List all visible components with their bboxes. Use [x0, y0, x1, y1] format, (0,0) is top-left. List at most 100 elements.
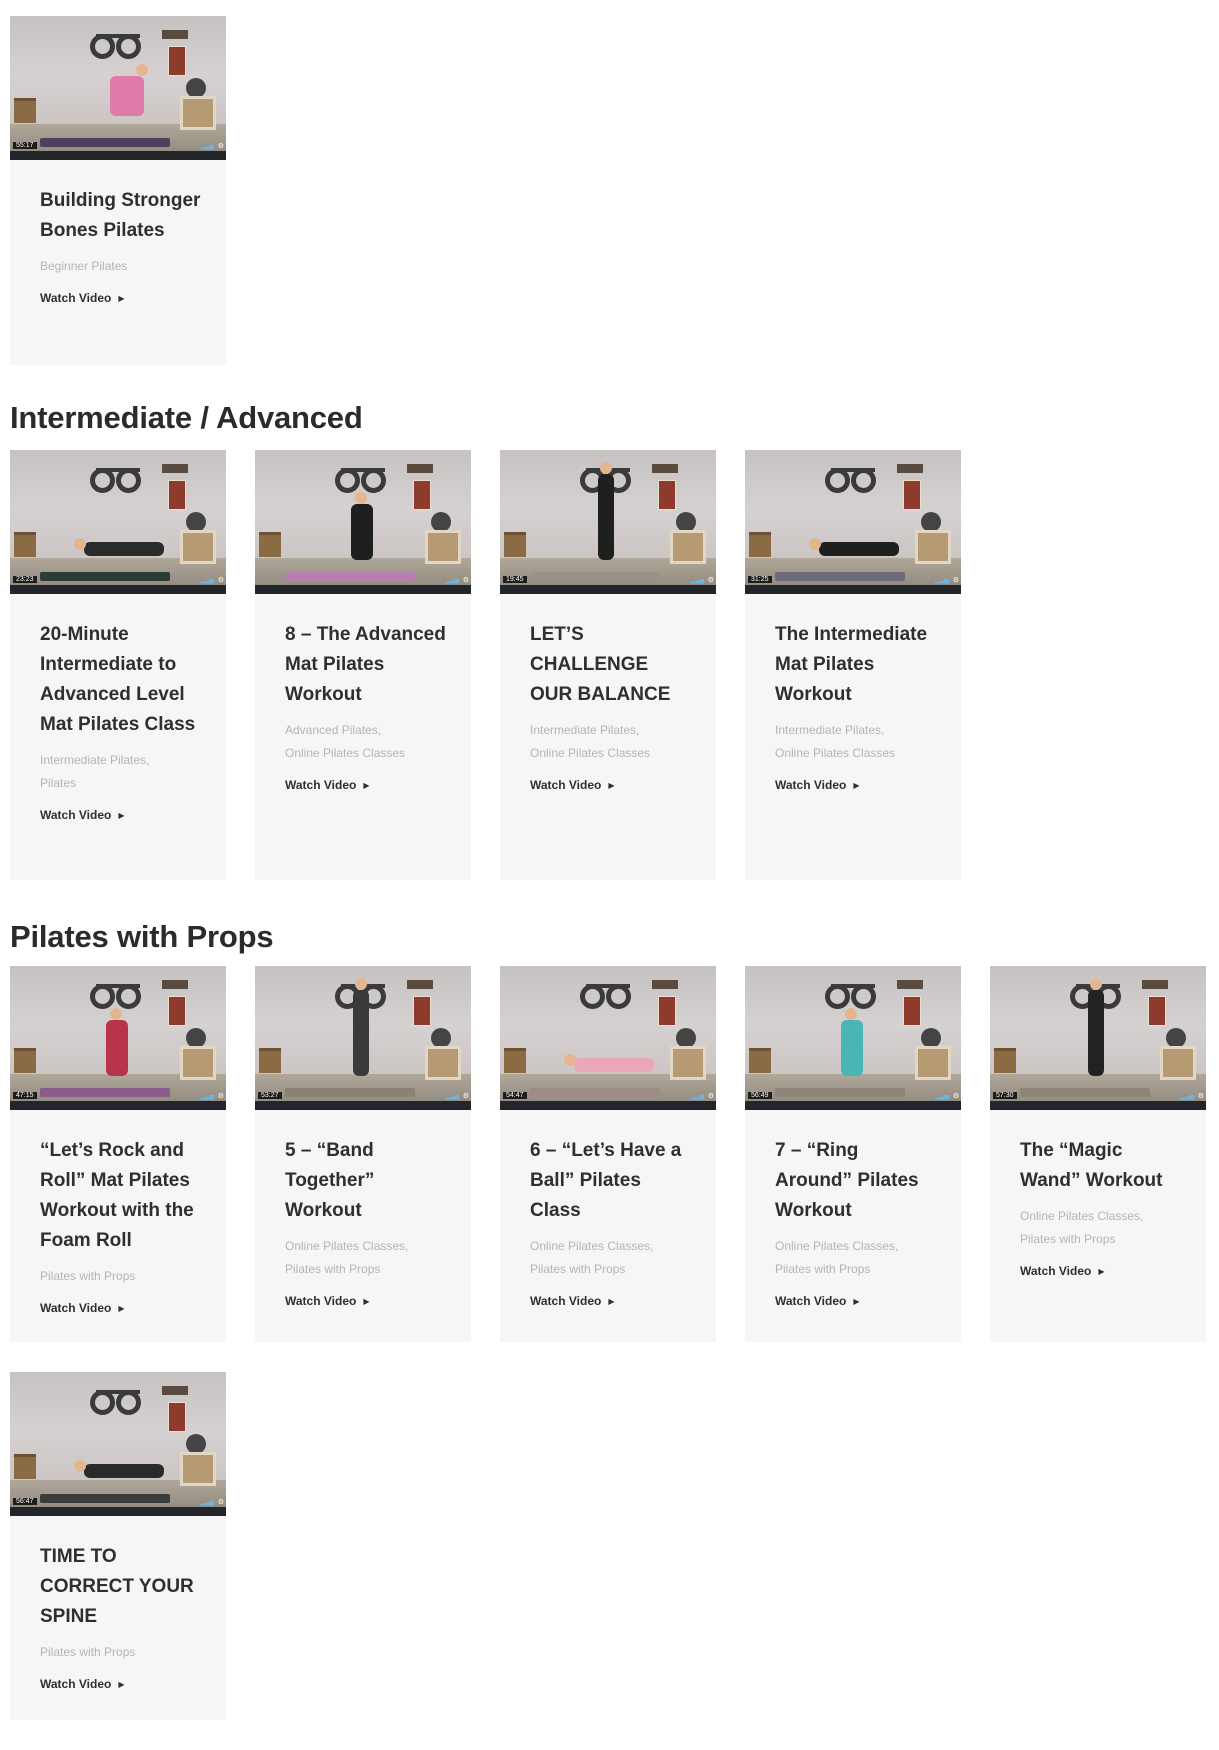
watch-video-link[interactable]: Watch Video ▶ — [530, 1294, 615, 1308]
category-link[interactable]: Online Pilates Classes, — [530, 1235, 694, 1258]
video-card-body: The Intermediate Mat Pilates Workout Inte… — [745, 594, 961, 824]
gear-icon: ⚙ — [952, 1093, 959, 1100]
instructor-figure-body — [84, 1464, 164, 1478]
category-link[interactable]: Beginner Pilates — [40, 255, 204, 278]
category-link[interactable]: Pilates with Props — [40, 1265, 204, 1288]
category-link[interactable]: Pilates with Props — [1020, 1228, 1184, 1251]
category-link[interactable]: Pilates — [40, 772, 204, 795]
category-link[interactable]: Intermediate Pilates, — [775, 719, 939, 742]
gear-icon: ⚙ — [1197, 1093, 1204, 1100]
watch-video-link[interactable]: Watch Video ▶ — [530, 778, 615, 792]
pilates-chair-decoration — [425, 530, 461, 564]
video-progress-bar — [255, 585, 471, 594]
category-link[interactable]: Online Pilates Classes — [775, 742, 939, 765]
gear-icon: ⚙ — [217, 577, 224, 584]
video-categories: Pilates with Props — [40, 1641, 204, 1664]
video-duration: 57:30 — [993, 1092, 1017, 1099]
category-link[interactable]: Intermediate Pilates, — [40, 749, 204, 772]
category-link[interactable]: Pilates with Props — [40, 1641, 204, 1664]
basket-decoration — [259, 1048, 281, 1073]
video-thumbnail[interactable]: 23:23 ▂▃▅ ⚙ — [10, 450, 226, 594]
gear-icon: ⚙ — [707, 1093, 714, 1100]
video-thumbnail[interactable]: 55:17 ▂▃▅ ⚙ — [10, 16, 226, 160]
instructor-figure-body — [84, 542, 164, 556]
watch-video-link[interactable]: Watch Video ▶ — [40, 808, 125, 822]
video-progress-bar — [10, 1101, 226, 1110]
video-thumbnail[interactable]: 19:45 ▂▃▅ ⚙ — [500, 450, 716, 594]
video-thumbnail[interactable]: 31:25 ▂▃▅ ⚙ — [745, 450, 961, 594]
basket-decoration — [14, 98, 36, 123]
wall-ring-decoration — [90, 34, 115, 59]
video-title[interactable]: LET’S CHALLENGE OUR BALANCE — [530, 620, 694, 710]
video-card-body: 8 – The Advanced Mat Pilates Workout Adva… — [255, 594, 471, 824]
video-title[interactable]: The Intermediate Mat Pilates Workout — [775, 620, 939, 710]
watch-video-label: Watch Video — [40, 291, 112, 305]
instructor-figure-head — [1090, 978, 1102, 990]
watch-video-link[interactable]: Watch Video ▶ — [40, 291, 125, 305]
category-link[interactable]: Online Pilates Classes — [530, 742, 694, 765]
exercise-ball-decoration — [676, 512, 696, 532]
exercise-mat-decoration — [775, 1088, 905, 1097]
video-thumbnail[interactable]: 54:47 ▂▃▅ ⚙ — [500, 966, 716, 1110]
instructor-figure-head — [809, 538, 821, 550]
category-link[interactable]: Online Pilates Classes, — [775, 1235, 939, 1258]
watch-video-link[interactable]: Watch Video ▶ — [285, 778, 370, 792]
watch-video-link[interactable]: Watch Video ▶ — [775, 1294, 860, 1308]
video-title[interactable]: The “Magic Wand” Workout — [1020, 1136, 1184, 1196]
video-categories: Online Pilates Classes, Pilates with Prop… — [1020, 1205, 1184, 1251]
gear-icon: ⚙ — [707, 577, 714, 584]
video-title[interactable]: 6 – “Let’s Have a Ball” Pilates Class — [530, 1136, 694, 1226]
video-thumbnail[interactable]: 57:30 ▂▃▅ ⚙ — [990, 966, 1206, 1110]
video-card-body: “Let’s Rock and Roll” Mat Pilates Workou… — [10, 1110, 226, 1347]
video-card: 57:30 ▂▃▅ ⚙ The “Magic Wand” Workout Online … — [990, 966, 1206, 1342]
video-title[interactable]: 5 – “Band Together” Workout — [285, 1136, 449, 1226]
category-link[interactable]: Online Pilates Classes, — [1020, 1205, 1184, 1228]
wall-sign-decoration — [652, 980, 678, 989]
category-link[interactable]: Pilates with Props — [285, 1258, 449, 1281]
video-progress-bar — [500, 1101, 716, 1110]
category-link[interactable]: Pilates with Props — [775, 1258, 939, 1281]
category-link[interactable]: Online Pilates Classes — [285, 742, 449, 765]
watch-video-link[interactable]: Watch Video ▶ — [40, 1301, 125, 1315]
watch-video-link[interactable]: Watch Video ▶ — [285, 1294, 370, 1308]
video-thumbnail[interactable]: 56:49 ▂▃▅ ⚙ — [745, 966, 961, 1110]
video-title[interactable]: 7 – “Ring Around” Pilates Workout — [775, 1136, 939, 1226]
video-thumbnail[interactable]: 47:15 ▂▃▅ ⚙ — [10, 966, 226, 1110]
watch-video-link[interactable]: Watch Video ▶ — [775, 778, 860, 792]
video-card: 56:47 ▂▃▅ ⚙ TIME TO CORRECT YOUR SPINE Pilat… — [10, 1372, 226, 1720]
video-title[interactable]: “Let’s Rock and Roll” Mat Pilates Workou… — [40, 1136, 204, 1256]
video-progress-bar — [10, 151, 226, 160]
category-link[interactable]: Advanced Pilates, — [285, 719, 449, 742]
gear-icon: ⚙ — [462, 577, 469, 584]
wall-ring-decoration — [116, 468, 141, 493]
video-card-body: LET’S CHALLENGE OUR BALANCE Intermediate … — [500, 594, 716, 824]
video-thumbnail[interactable]: ▂▃▅ ⚙ — [255, 450, 471, 594]
category-link[interactable]: Intermediate Pilates, — [530, 719, 694, 742]
video-card: ▂▃▅ ⚙ 8 – The Advanced Mat Pilates Workout… — [255, 450, 471, 880]
exercise-mat-decoration — [40, 1494, 170, 1503]
pilates-chair-decoration — [180, 1452, 216, 1486]
video-title[interactable]: Building Stronger Bones Pilates — [40, 186, 204, 246]
volume-icon: ▂▃▅ — [935, 1094, 949, 1100]
basket-decoration — [259, 532, 281, 557]
watch-video-link[interactable]: Watch Video ▶ — [40, 1677, 125, 1691]
video-progress-bar — [10, 585, 226, 594]
category-link[interactable]: Pilates with Props — [530, 1258, 694, 1281]
instructor-figure-head — [110, 1008, 122, 1020]
caret-right-icon: ▶ — [608, 781, 615, 790]
caret-right-icon: ▶ — [1098, 1267, 1105, 1276]
wall-poster-decoration — [903, 996, 921, 1026]
instructor-figure-head — [600, 462, 612, 474]
exercise-mat-decoration — [285, 1088, 415, 1097]
video-title[interactable]: TIME TO CORRECT YOUR SPINE — [40, 1542, 204, 1632]
watch-video-link[interactable]: Watch Video ▶ — [1020, 1264, 1105, 1278]
video-title[interactable]: 20-Minute Intermediate to Advanced Level… — [40, 620, 204, 740]
category-link[interactable]: Online Pilates Classes, — [285, 1235, 449, 1258]
video-thumbnail[interactable]: 56:47 ▂▃▅ ⚙ — [10, 1372, 226, 1516]
video-card: 19:45 ▂▃▅ ⚙ LET’S CHALLENGE OUR BALANCE Inte… — [500, 450, 716, 880]
video-title[interactable]: 8 – The Advanced Mat Pilates Workout — [285, 620, 449, 710]
basket-decoration — [14, 1048, 36, 1073]
wall-sign-decoration — [162, 1386, 188, 1395]
video-thumbnail[interactable]: 53:27 ▂▃▅ ⚙ — [255, 966, 471, 1110]
instructor-figure-body — [574, 1058, 654, 1072]
